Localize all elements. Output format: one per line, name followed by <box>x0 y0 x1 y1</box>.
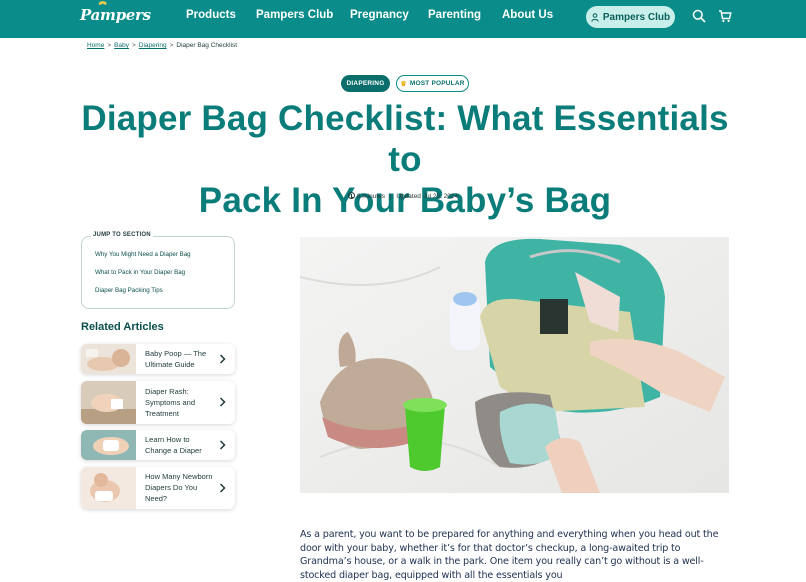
nav-about-us[interactable]: About Us <box>502 9 553 21</box>
pampers-club-button-label: Pampers Club <box>602 11 671 23</box>
most-popular-label: MOST POPULAR <box>409 80 465 87</box>
article-thumbnail <box>81 467 136 509</box>
related-article-card[interactable]: Learn How to Change a Diaper <box>81 430 235 460</box>
chevron-right-icon <box>219 483 226 493</box>
page-title: Diaper Bag Checklist: What Essentials to… <box>60 98 750 221</box>
related-article-card[interactable]: Diaper Rash: Symptoms and Treatment <box>81 381 235 424</box>
user-icon <box>591 12 599 22</box>
nav-pampers-club[interactable]: Pampers Club <box>256 9 333 21</box>
nav-parenting[interactable]: Parenting <box>428 9 481 21</box>
nav-products[interactable]: Products <box>186 9 236 21</box>
page-title-line-2: Pack In Your Baby’s Bag <box>198 181 612 220</box>
crown-icon: ♛ <box>400 80 407 88</box>
related-article-label: Baby Poop — The Ultimate Guide <box>145 349 207 369</box>
hero-image <box>300 237 729 493</box>
search-icon[interactable] <box>692 9 706 23</box>
article-intro-text: As a parent, you want to be prepared for… <box>300 529 719 581</box>
breadcrumb-separator: > <box>107 42 112 49</box>
chevron-right-icon <box>219 397 226 407</box>
pampers-logo[interactable]: Pampers <box>80 1 151 24</box>
breadcrumb-baby[interactable]: Baby <box>114 42 129 49</box>
page-title-line-1: Diaper Bag Checklist: What Essentials to <box>81 99 729 179</box>
breadcrumb-separator: > <box>131 42 136 49</box>
breadcrumb-diapering[interactable]: Diapering <box>139 42 167 49</box>
article-thumbnail <box>81 344 136 374</box>
jump-link-packing-tips[interactable]: Diaper Bag Packing Tips <box>95 287 163 294</box>
clock-icon <box>347 192 355 199</box>
breadcrumb-separator: > <box>169 42 174 49</box>
jump-link-why[interactable]: Why You Might Need a Diaper Bag <box>95 251 191 258</box>
related-articles-title: Related Articles <box>81 321 164 333</box>
related-article-label: How Many Newborn Diapers Do You Need? <box>145 472 213 503</box>
nav-pregnancy[interactable]: Pregnancy <box>350 9 409 21</box>
most-popular-badge: ♛ MOST POPULAR <box>396 75 469 92</box>
breadcrumb-current: Diaper Bag Checklist <box>176 42 238 49</box>
related-article-card[interactable]: Baby Poop — The Ultimate Guide <box>81 344 235 374</box>
related-article-card[interactable]: How Many Newborn Diapers Do You Need? <box>81 467 235 509</box>
chevron-right-icon <box>219 440 226 450</box>
article-thumbnail <box>81 430 136 460</box>
logo-text: Pampers <box>80 6 151 24</box>
related-article-label: Learn How to Change a Diaper <box>145 435 202 455</box>
category-tag[interactable]: DIAPERING <box>341 75 390 92</box>
jump-link-what-to-pack[interactable]: What to Pack in Your Diaper Bag <box>95 269 185 276</box>
chevron-right-icon <box>219 354 226 364</box>
breadcrumb-home[interactable]: Home <box>87 42 104 49</box>
meta-divider: | <box>389 193 392 200</box>
related-article-label: Diaper Rash: Symptoms and Treatment <box>145 387 196 418</box>
article-meta: 8 minutes | Updated Jul 25, 2024 <box>0 192 806 200</box>
article-thumbnail <box>81 381 136 424</box>
cart-icon[interactable] <box>718 9 732 23</box>
read-time: 8 minutes <box>356 193 386 200</box>
jump-to-section-title: JUMP TO SECTION <box>91 232 153 238</box>
pampers-club-button[interactable]: Pampers Club <box>586 6 675 28</box>
leaf-icon <box>98 1 107 5</box>
breadcrumb: Home > Baby > Diapering > Diaper Bag Checklist <box>87 42 237 49</box>
site-header: Pampers Products Pampers Club Pregnancy … <box>0 0 806 38</box>
updated-date: Updated Jul 25, 2024 <box>396 193 459 200</box>
